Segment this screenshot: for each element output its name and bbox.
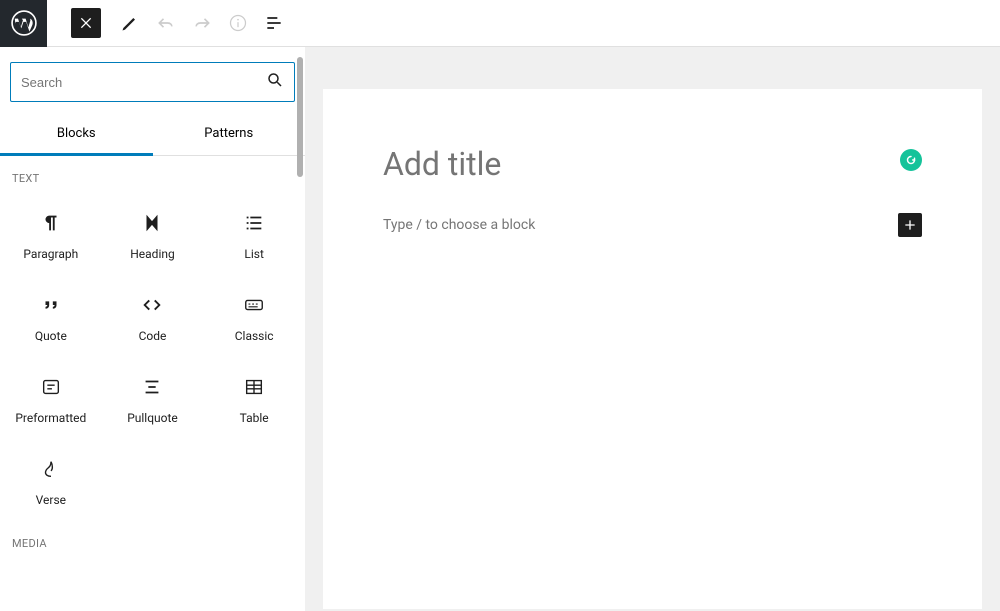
- main-area: Blocks Patterns TEXT Paragraph Heading L…: [0, 47, 1000, 611]
- preformatted-icon: [39, 375, 63, 399]
- add-block-button[interactable]: [898, 213, 922, 237]
- block-heading[interactable]: Heading: [102, 193, 204, 275]
- block-hint[interactable]: Type / to choose a block: [383, 217, 535, 233]
- topbar-buttons: [47, 8, 289, 38]
- table-icon: [242, 375, 266, 399]
- grammarly-icon[interactable]: [900, 149, 922, 171]
- block-inserter-sidebar: Blocks Patterns TEXT Paragraph Heading L…: [0, 47, 305, 611]
- block-label: Paragraph: [23, 247, 78, 261]
- verse-icon: [39, 457, 63, 481]
- undo-button: [151, 8, 181, 38]
- topbar: [0, 0, 1000, 47]
- section-media-label: MEDIA: [0, 521, 305, 558]
- tab-patterns[interactable]: Patterns: [153, 112, 306, 155]
- block-list[interactable]: List: [203, 193, 305, 275]
- block-grid-text: Paragraph Heading List Quote Code: [0, 193, 305, 521]
- block-label: Preformatted: [15, 411, 86, 425]
- block-label: Pullquote: [127, 411, 178, 425]
- block-label: Verse: [36, 493, 66, 507]
- block-table[interactable]: Table: [203, 357, 305, 439]
- tools-button[interactable]: [115, 8, 145, 38]
- block-quote[interactable]: Quote: [0, 275, 102, 357]
- block-label: Quote: [35, 329, 67, 343]
- block-paragraph[interactable]: Paragraph: [0, 193, 102, 275]
- info-button[interactable]: [223, 8, 253, 38]
- page-content[interactable]: Add title Type / to choose a block: [323, 89, 982, 609]
- block-label: Table: [240, 411, 269, 425]
- search-wrap: [0, 47, 305, 112]
- title-input[interactable]: Add title: [383, 145, 922, 183]
- heading-icon: [140, 211, 164, 235]
- redo-button: [187, 8, 217, 38]
- list-icon: [242, 211, 266, 235]
- editor-canvas: Add title Type / to choose a block: [305, 47, 1000, 611]
- outline-button[interactable]: [259, 8, 289, 38]
- content-row: Type / to choose a block: [383, 213, 922, 237]
- block-label: Classic: [235, 329, 274, 343]
- pullquote-icon: [140, 375, 164, 399]
- search-input[interactable]: [21, 75, 266, 90]
- block-pullquote[interactable]: Pullquote: [102, 357, 204, 439]
- block-label: Code: [139, 329, 167, 343]
- block-code[interactable]: Code: [102, 275, 204, 357]
- block-label: List: [244, 247, 264, 261]
- block-label: Heading: [130, 247, 175, 261]
- tab-blocks[interactable]: Blocks: [0, 112, 153, 155]
- wordpress-logo[interactable]: [0, 0, 47, 47]
- search-icon: [266, 71, 284, 93]
- block-preformatted[interactable]: Preformatted: [0, 357, 102, 439]
- search-box[interactable]: [10, 62, 295, 102]
- section-text-label: TEXT: [0, 156, 305, 193]
- block-classic[interactable]: Classic: [203, 275, 305, 357]
- block-verse[interactable]: Verse: [0, 439, 102, 521]
- code-icon: [140, 293, 164, 317]
- close-inserter-button[interactable]: [71, 8, 101, 38]
- inserter-tabs: Blocks Patterns: [0, 112, 305, 156]
- quote-icon: [39, 293, 63, 317]
- classic-icon: [242, 293, 266, 317]
- paragraph-icon: [39, 211, 63, 235]
